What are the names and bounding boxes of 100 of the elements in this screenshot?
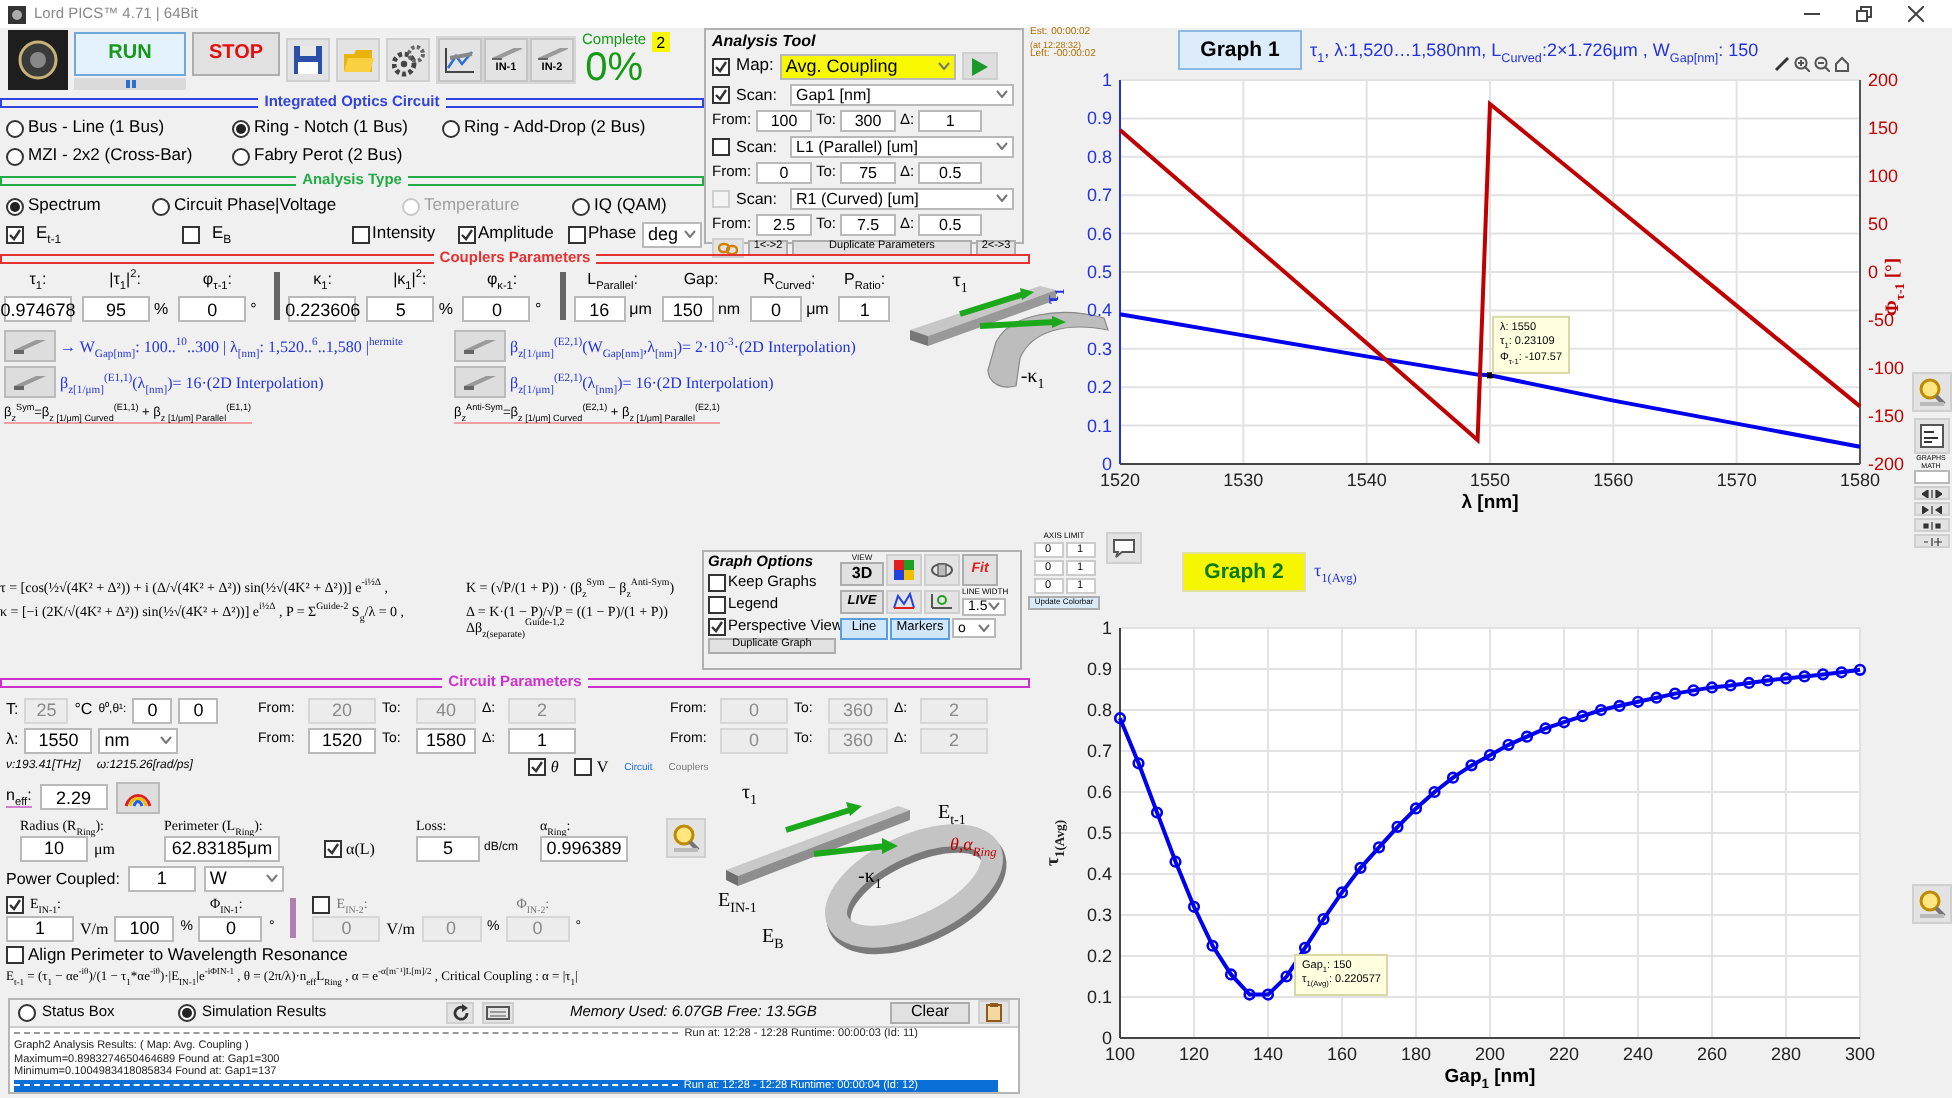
- radio-button[interactable]: [152, 197, 170, 215]
- input-field[interactable]: 62.83185μm: [164, 835, 280, 862]
- search-button[interactable]: [1911, 884, 1951, 925]
- input-field[interactable]: 1: [918, 109, 983, 132]
- dropdown[interactable]: deg: [642, 221, 702, 247]
- input-field[interactable]: 0: [178, 296, 247, 323]
- input-field[interactable]: 1580: [416, 727, 476, 753]
- input-field[interactable]: 100: [756, 109, 812, 132]
- toolbar-button[interactable]: [386, 38, 430, 82]
- caret-icon: [996, 194, 1008, 203]
- input-field[interactable]: 0.223606: [288, 296, 357, 323]
- input-field[interactable]: 0.996389: [540, 835, 628, 862]
- input-field[interactable]: 0: [198, 915, 263, 942]
- input-field[interactable]: 300: [840, 109, 897, 132]
- toolbar-button[interactable]: [438, 38, 482, 82]
- image-button[interactable]: [454, 330, 506, 363]
- radio-button[interactable]: [6, 119, 24, 137]
- comment-button[interactable]: [1106, 532, 1142, 564]
- clear-button[interactable]: Clear: [890, 1001, 970, 1023]
- input-field[interactable]: 5: [416, 835, 480, 862]
- radio-button[interactable]: [572, 197, 590, 215]
- input-field[interactable]: 10: [20, 835, 88, 862]
- clipboard-button[interactable]: [978, 1000, 1010, 1024]
- checkbox[interactable]: [352, 225, 370, 243]
- input-field[interactable]: 1520: [308, 727, 376, 753]
- image-button[interactable]: [4, 330, 56, 363]
- image-button[interactable]: [454, 366, 506, 399]
- checkbox[interactable]: [312, 895, 331, 914]
- input-field[interactable]: 5: [366, 296, 435, 323]
- stop-button[interactable]: STOP: [192, 32, 280, 76]
- search-button[interactable]: [666, 817, 706, 857]
- radio-button[interactable]: [232, 147, 250, 165]
- play-button[interactable]: [961, 52, 998, 81]
- nav-button[interactable]: [1913, 518, 1949, 533]
- graph-tab[interactable]: Graph 1: [1178, 30, 1302, 70]
- input-field[interactable]: 0: [756, 161, 812, 184]
- link-button[interactable]: [712, 238, 744, 259]
- checkbox[interactable]: [568, 225, 586, 243]
- checkbox[interactable]: [708, 617, 726, 636]
- toolbar-button[interactable]: [924, 553, 960, 586]
- graph-math-button[interactable]: [1913, 418, 1949, 454]
- input-field[interactable]: 75: [840, 161, 897, 184]
- dropdown[interactable]: W: [203, 865, 284, 892]
- toolbar-button[interactable]: [886, 553, 922, 586]
- tick-label: 120: [1178, 1044, 1210, 1064]
- dropdown[interactable]: Avg. Coupling: [779, 53, 956, 80]
- input-field[interactable]: 0: [462, 296, 531, 323]
- radio-button[interactable]: [178, 1003, 196, 1021]
- nav-button[interactable]: [1913, 502, 1949, 517]
- app-icon: [8, 5, 26, 23]
- dropdown[interactable]: Gap1 [nm]: [790, 83, 1014, 106]
- input-field[interactable]: 2.29: [39, 784, 108, 810]
- field-label: κ$_{1}$:: [313, 270, 332, 289]
- input-field[interactable]: 1550: [24, 727, 93, 753]
- checkbox[interactable]: [712, 137, 730, 156]
- 3d-view-button[interactable]: 3D: [840, 562, 884, 587]
- nav-button[interactable]: [1913, 486, 1949, 501]
- checkbox[interactable]: [574, 758, 593, 776]
- checkbox[interactable]: [6, 895, 24, 914]
- field-label: |κ$_{1}$|$^{2}$:: [393, 270, 427, 289]
- input-field[interactable]: 1: [508, 727, 576, 753]
- checkbox[interactable]: [458, 225, 476, 243]
- checkbox[interactable]: [6, 946, 24, 965]
- input-field[interactable]: 1: [838, 296, 891, 323]
- input-field[interactable]: 0.5: [918, 161, 983, 184]
- radio-button[interactable]: [6, 147, 24, 165]
- checkbox[interactable]: [6, 225, 24, 243]
- checkbox[interactable]: [324, 839, 342, 858]
- dropdown[interactable]: L1 (Parallel) [um]: [790, 135, 1014, 158]
- radio-button[interactable]: [232, 119, 250, 137]
- radio-button[interactable]: [18, 1003, 36, 1021]
- checkbox[interactable]: [182, 225, 200, 243]
- graph-subtitle: τ$_{1}$, λ:1,520…1,580nm, L$_{Curved}$:2×1.726μm , W$_{Gap[nm]}$: 150: [1310, 39, 1759, 61]
- image-button[interactable]: [4, 366, 56, 399]
- input-field[interactable]: 0: [750, 296, 803, 323]
- toolbar-button[interactable]: [286, 38, 330, 82]
- checkbox[interactable]: [712, 57, 730, 76]
- radio-button[interactable]: [442, 119, 460, 137]
- input-field[interactable]: [1913, 470, 1949, 485]
- input-field[interactable]: 95: [82, 296, 150, 323]
- input-field[interactable]: 150: [661, 296, 714, 323]
- pause-button[interactable]: [74, 77, 186, 89]
- dropdown[interactable]: nm: [98, 727, 179, 753]
- radio-button[interactable]: [6, 197, 24, 215]
- input-field[interactable]: 1: [127, 865, 196, 892]
- graph-tab[interactable]: Graph 2: [1182, 552, 1306, 592]
- checkbox[interactable]: [708, 573, 726, 592]
- image-button[interactable]: [115, 781, 160, 813]
- input-field[interactable]: 0.974678: [4, 296, 72, 323]
- toolbar-button[interactable]: [886, 589, 922, 614]
- option-label: Temperature: [424, 196, 520, 216]
- keyboard-button[interactable]: [482, 1001, 514, 1023]
- input-field[interactable]: 16: [573, 296, 626, 323]
- refresh-button[interactable]: [446, 1001, 474, 1023]
- input-field[interactable]: 100: [114, 915, 175, 942]
- toolbar-button[interactable]: [924, 589, 960, 614]
- checkbox[interactable]: [708, 595, 726, 614]
- checkbox[interactable]: [528, 758, 547, 776]
- input-field[interactable]: 1: [6, 915, 74, 942]
- checkbox[interactable]: [712, 85, 730, 104]
